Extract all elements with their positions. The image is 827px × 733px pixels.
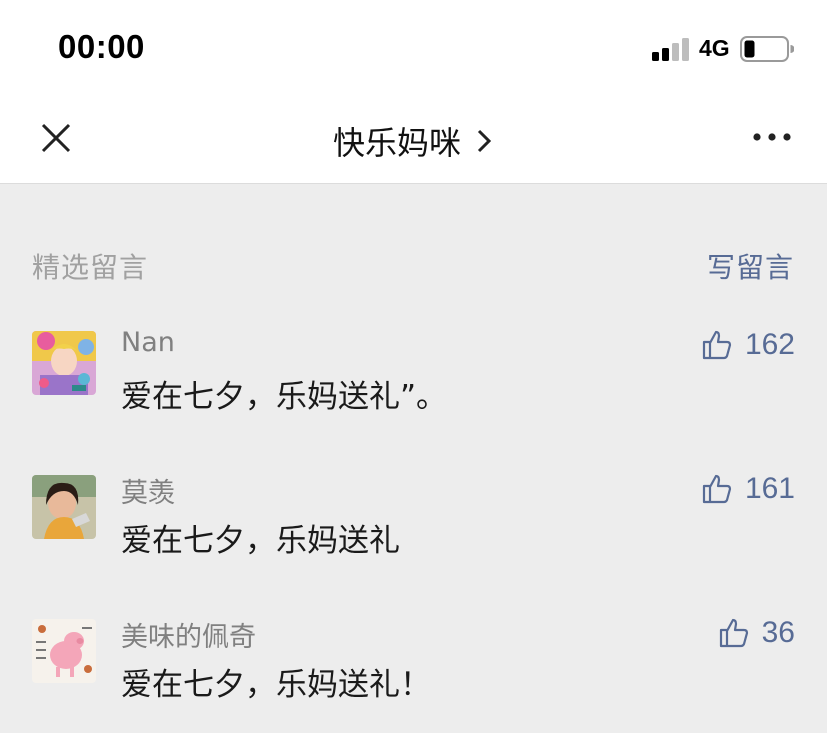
thumbs-up-icon [702, 330, 732, 360]
thumbs-up-icon [702, 474, 732, 504]
comment-item: 莫羡 爱在七夕，乐妈送礼 161 [0, 472, 827, 595]
avatar[interactable] [32, 619, 96, 683]
comment-nickname: 莫羡 [121, 478, 175, 509]
status-time: 00:00 [58, 28, 145, 65]
comment-text: 爱在七夕，乐妈送礼”。 [121, 379, 448, 415]
section-header: 精选留言 写留言 [0, 184, 827, 334]
comment-nickname: 美味的佩奇 [121, 622, 256, 653]
comment-nickname: Nan [121, 327, 175, 358]
comment-text: 爱在七夕，乐妈送礼 [121, 523, 400, 559]
like-count: 161 [744, 472, 795, 505]
nav-bar: 快乐妈咪 [0, 96, 827, 184]
like-button[interactable]: 162 [701, 325, 795, 365]
comments-area: 精选留言 写留言 Nan 爱在七夕，乐妈送礼”。 162 莫羡 爱在七夕，乐妈送… [0, 184, 827, 733]
signal-icon [652, 38, 689, 61]
battery-icon [740, 36, 794, 62]
account-title[interactable]: 快乐妈咪 [333, 118, 461, 164]
comment-item: Nan 爱在七夕，乐妈送礼”。 162 [0, 327, 827, 451]
network-type: 4G [699, 35, 730, 61]
thumbs-up-icon [719, 618, 748, 648]
like-count: 36 [761, 616, 795, 649]
avatar[interactable] [32, 475, 96, 539]
like-count: 162 [744, 328, 795, 361]
avatar[interactable] [32, 331, 96, 395]
more-icon[interactable] [752, 130, 792, 144]
nav-title-wrap[interactable]: 快乐妈咪 [0, 118, 827, 164]
chevron-right-icon[interactable] [474, 126, 494, 156]
section-title: 精选留言 [32, 251, 149, 284]
like-button[interactable]: 161 [701, 469, 795, 509]
status-bar: 00:00 4G [0, 0, 827, 96]
comment-item: 美味的佩奇 爱在七夕，乐妈送礼！ 36 [0, 616, 827, 733]
write-comment-button[interactable]: 写留言 [707, 246, 794, 286]
comment-text: 爱在七夕，乐妈送礼！ [121, 667, 431, 703]
like-button[interactable]: 36 [718, 613, 795, 653]
